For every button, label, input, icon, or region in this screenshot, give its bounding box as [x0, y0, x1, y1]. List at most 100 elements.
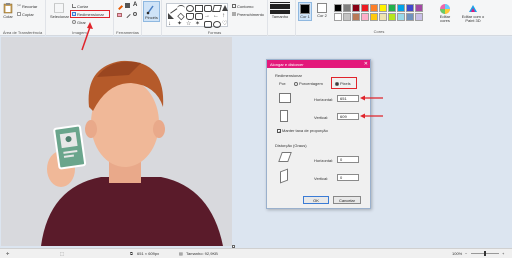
- color-swatch[interactable]: [415, 4, 423, 12]
- oval-shape-icon[interactable]: [186, 5, 194, 12]
- select-button[interactable]: Selecionar: [50, 2, 69, 19]
- color-swatch[interactable]: [334, 13, 342, 21]
- rounded-rect-shape-icon[interactable]: [204, 5, 212, 12]
- color-swatch[interactable]: [361, 4, 369, 12]
- vertical-input[interactable]: [337, 113, 359, 120]
- color-swatch[interactable]: [379, 4, 387, 12]
- color-swatch[interactable]: [388, 4, 396, 12]
- color-swatch[interactable]: [406, 13, 414, 21]
- dialog-title-bar: Alongar e distorcer ✕: [267, 60, 370, 68]
- color-swatch[interactable]: [334, 4, 342, 12]
- image-group: Selecionar Cortar Redimensionar Girar Im…: [46, 0, 114, 36]
- cancel-button[interactable]: Cancelar: [333, 196, 361, 204]
- checkmark-icon: ✓: [277, 128, 282, 134]
- status-bar: ✛ ⬚ ⧉ 651 × 609px ▤ Tamanho: 92,9KB 100%…: [0, 248, 512, 258]
- ribbon: Colar ✂ Recortar Copiar Área de Transfer…: [0, 0, 512, 36]
- tools-group: A Ferramentas: [114, 0, 142, 36]
- percent-radio-circle: [294, 81, 298, 86]
- canvas-image[interactable]: [1, 37, 232, 246]
- image-dimensions: 651 × 609px: [137, 251, 160, 256]
- percent-label: Porcentagem: [299, 81, 323, 86]
- color-swatch[interactable]: [397, 13, 405, 21]
- right-triangle-shape-icon[interactable]: [168, 13, 174, 19]
- paint3d-button[interactable]: Editar com o Paint 3D: [460, 3, 486, 23]
- hexagon-shape-icon[interactable]: [195, 13, 203, 20]
- color-picker-icon[interactable]: [124, 11, 131, 19]
- cut-button[interactable]: ✂ Recortar: [17, 3, 37, 9]
- percent-radio[interactable]: Porcentagem: [294, 81, 323, 86]
- color-swatch[interactable]: [379, 13, 387, 21]
- zoom-slider-thumb[interactable]: [484, 251, 486, 256]
- shapes-gallery[interactable]: → ← ↑ ↓ ✦ ☆ ✶ ♡: [166, 3, 230, 28]
- polygon-shape-icon[interactable]: [212, 5, 222, 12]
- arrow-down-shape-icon[interactable]: ↓: [168, 21, 176, 28]
- horizontal-resize-icon: [279, 93, 291, 103]
- magnifier-icon[interactable]: [133, 12, 137, 16]
- diamond-shape-icon[interactable]: [177, 12, 185, 21]
- color2-button[interactable]: Cor 2: [316, 2, 328, 19]
- color1-button[interactable]: Cor 1: [298, 2, 312, 21]
- zoom-level: 100%: [452, 251, 463, 256]
- zoom-out-button[interactable]: −: [465, 251, 467, 256]
- color-swatch[interactable]: [352, 13, 360, 21]
- resize-skew-dialog: Alongar e distorcer ✕ Redimensionar Por:…: [266, 59, 371, 209]
- arrow-up-shape-icon[interactable]: ↑: [222, 13, 230, 20]
- paste-button[interactable]: Colar: [2, 2, 14, 19]
- skew-section-title: Distorção (Graus): [275, 143, 307, 148]
- resize-section-title: Redimensionar: [275, 73, 302, 78]
- zoom-slider[interactable]: [471, 251, 499, 256]
- star4-shape-icon[interactable]: ✦: [177, 21, 185, 28]
- callout-shape-icon[interactable]: [204, 21, 212, 28]
- crop-button[interactable]: Cortar: [72, 3, 88, 9]
- zoom-in-button[interactable]: +: [502, 251, 504, 256]
- skew-vertical-input[interactable]: [337, 174, 359, 181]
- rotate-button[interactable]: Girar: [72, 19, 86, 25]
- edit-colors-button[interactable]: Editar cores: [436, 3, 454, 23]
- cursor-icon: ✛: [6, 251, 10, 256]
- outline-icon: [232, 4, 236, 8]
- close-icon[interactable]: ✕: [364, 61, 368, 67]
- rectangle-shape-icon[interactable]: [195, 5, 203, 12]
- text-icon[interactable]: A: [133, 2, 137, 8]
- color-swatch[interactable]: [343, 4, 351, 12]
- color1-swatch: [300, 4, 310, 14]
- pencil-icon[interactable]: [115, 2, 124, 11]
- brushes-button[interactable]: Pincéis: [143, 1, 160, 22]
- skew-horizontal-input[interactable]: [337, 156, 359, 163]
- color-swatch[interactable]: [361, 13, 369, 21]
- star6-shape-icon[interactable]: ✶: [195, 21, 203, 28]
- curve-shape-icon[interactable]: [177, 5, 185, 12]
- fill-dropdown[interactable]: Preenchimento: [232, 11, 264, 17]
- vertical-label: Vertical:: [314, 115, 329, 120]
- color-swatch[interactable]: [397, 4, 405, 12]
- horizontal-input[interactable]: [337, 95, 359, 102]
- eraser-icon[interactable]: [117, 13, 122, 17]
- color-swatch[interactable]: [406, 4, 414, 12]
- color-swatch[interactable]: [352, 4, 360, 12]
- ok-button[interactable]: OK: [303, 196, 329, 204]
- color-swatch[interactable]: [388, 13, 396, 21]
- color-swatch[interactable]: [343, 13, 351, 21]
- triangle-shape-icon[interactable]: [222, 5, 228, 11]
- size-button[interactable]: Tamanho: [270, 2, 290, 19]
- crop-icon: [72, 4, 76, 8]
- heart-shape-icon[interactable]: ♡: [222, 21, 230, 28]
- color-swatch[interactable]: [415, 13, 423, 21]
- arrow-left-shape-icon[interactable]: ←: [213, 13, 221, 20]
- star5-shape-icon[interactable]: ☆: [186, 21, 194, 28]
- pentagon-shape-icon[interactable]: [186, 13, 194, 20]
- clipboard-group: Colar ✂ Recortar Copiar Área de Transfer…: [0, 0, 46, 36]
- arrow-right-shape-icon[interactable]: →: [204, 13, 212, 20]
- scissors-icon: ✂: [17, 3, 22, 9]
- color-swatch[interactable]: [370, 4, 378, 12]
- paste-label: Colar: [3, 14, 13, 19]
- copy-button[interactable]: Copiar: [17, 11, 34, 17]
- outline-dropdown[interactable]: Contorno: [232, 3, 253, 9]
- vertical-resize-icon: [280, 110, 288, 122]
- keep-ratio-checkbox[interactable]: ✓Manter taxa de proporção: [277, 128, 328, 133]
- horizontal-label: Horizontal:: [314, 97, 334, 102]
- color-swatch[interactable]: [370, 13, 378, 21]
- fill-icon[interactable]: [125, 3, 130, 8]
- cloud-shape-icon[interactable]: [213, 21, 221, 28]
- person-illustration: [1, 37, 232, 246]
